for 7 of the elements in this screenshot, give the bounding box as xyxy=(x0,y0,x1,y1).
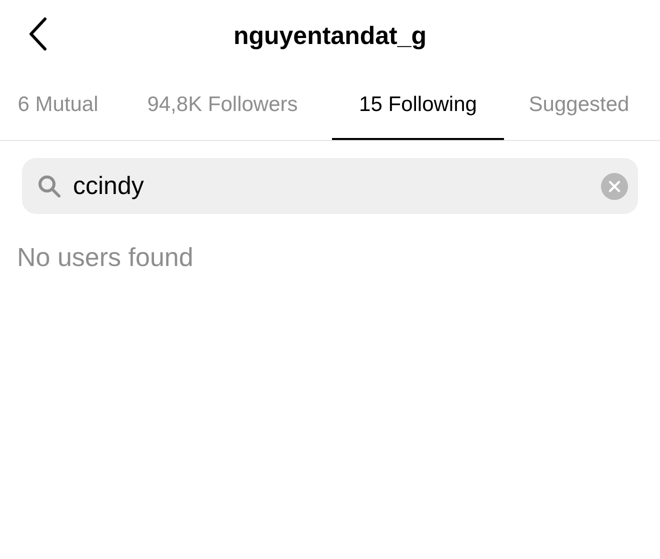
empty-message: No users found xyxy=(17,242,194,273)
profile-username: nguyentandat_g xyxy=(233,22,427,50)
search-input[interactable]: ccindy xyxy=(73,172,589,200)
search-field[interactable]: ccindy xyxy=(22,158,638,214)
tab[interactable]: 15 Following xyxy=(332,72,504,140)
back-icon[interactable] xyxy=(28,17,48,51)
search-icon xyxy=(37,174,61,198)
